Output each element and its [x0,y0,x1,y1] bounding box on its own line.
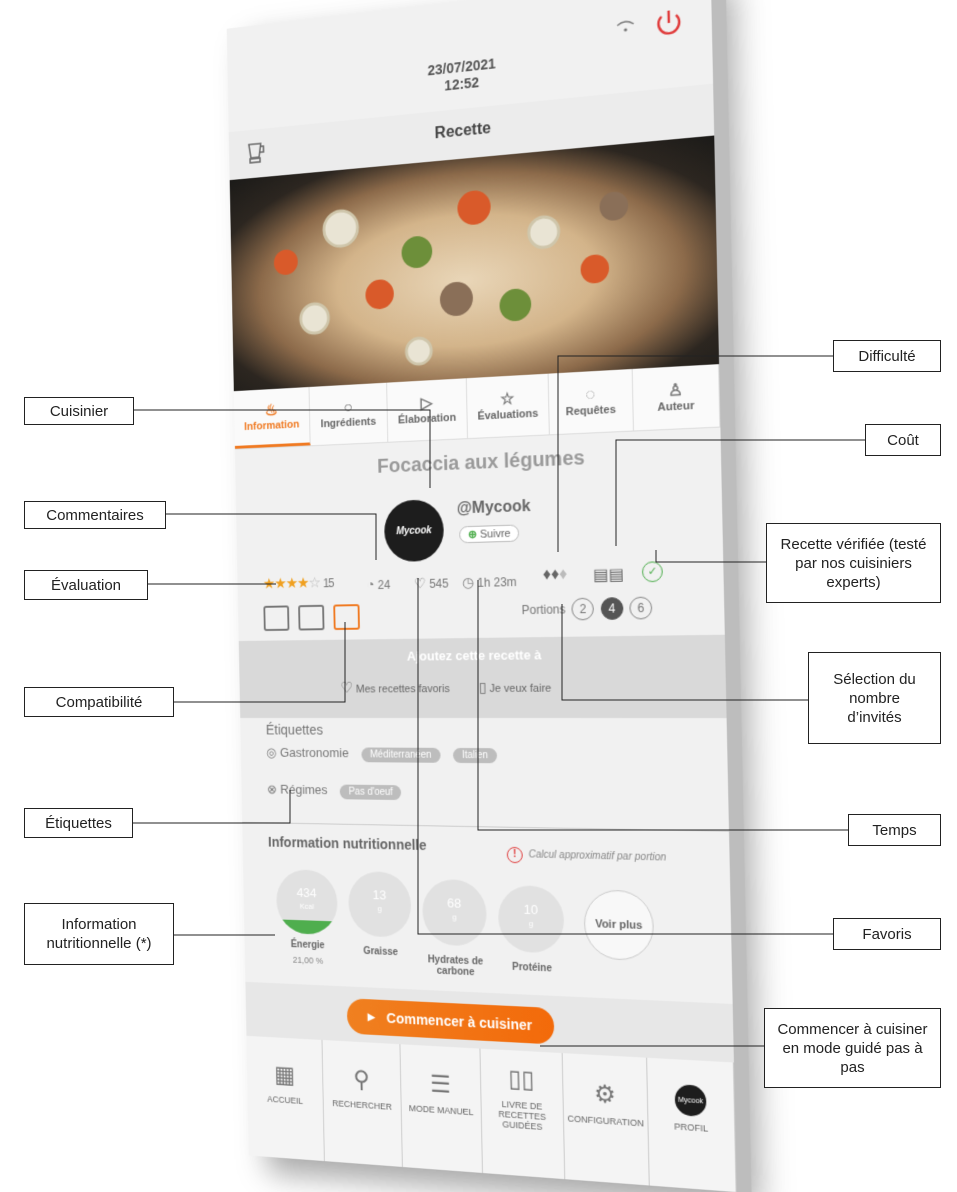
callout-favoris: Favoris [833,918,941,950]
callout-difficulte: Difficulté [833,340,941,372]
callout-cuisinier: Cuisinier [24,397,134,425]
callout-recette-verifiee: Recette vérifiée (testé par nos cuisinie… [766,523,941,603]
callout-commencer: Commencer à cuisiner en mode guidé pas à… [764,1008,941,1088]
callout-cout: Coût [865,424,941,456]
callout-commentaires: Commentaires [24,501,166,529]
callout-evaluation: Évaluation [24,570,148,600]
callout-etiquettes: Étiquettes [24,808,133,838]
callout-compatibilite: Compatibilité [24,687,174,717]
callout-selection-invites: Sélection du nombre d’invités [808,652,941,744]
callout-information-nutritionnelle: Information nutritionnelle (*) [24,903,174,965]
callout-temps: Temps [848,814,941,846]
